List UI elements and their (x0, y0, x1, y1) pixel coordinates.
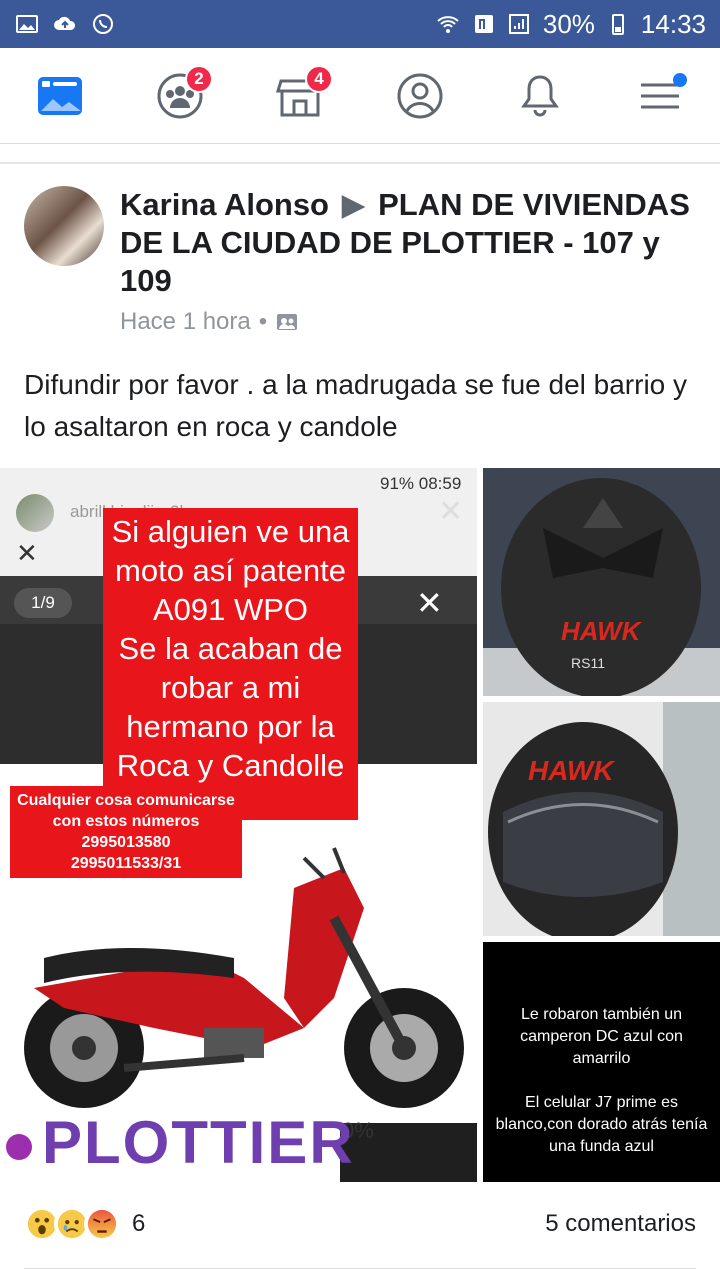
tab-news-feed[interactable] (25, 61, 95, 131)
helmet-model: RS11 (571, 655, 605, 671)
tab-friends[interactable]: 2 (145, 61, 215, 131)
brand-footer: PLOTTIER (6, 1108, 355, 1177)
tab-notifications[interactable] (505, 61, 575, 131)
group-privacy-icon (277, 314, 298, 330)
photo-helmet-1[interactable]: HAWK RS11 (483, 468, 720, 696)
battery-text: 30% (542, 8, 595, 39)
story-avatar (16, 494, 54, 532)
alert-headline: Si alguien ve una moto así patente A091 … (103, 508, 358, 820)
battery-icon (605, 12, 631, 36)
whatsapp-icon (90, 12, 116, 36)
angry-icon (84, 1206, 120, 1242)
friends-badge: 2 (185, 64, 213, 93)
divider (0, 162, 720, 164)
photo-text-card[interactable]: Le robaron también un camperon DC azul c… (483, 942, 720, 1182)
post-time[interactable]: Hace 1 hora (120, 308, 251, 336)
photo-helmet-2[interactable]: HAWK (483, 702, 720, 936)
gallery-close-icon: ✕ (416, 585, 443, 621)
stolen-jacket-text: Le robaron también un camperon DC azul c… (520, 1006, 683, 1067)
meta-separator: • (258, 308, 268, 335)
clock: 14:33 (640, 8, 706, 39)
reactions-summary[interactable]: 6 (24, 1206, 145, 1242)
brand-dot (6, 1134, 32, 1161)
bell-icon (521, 74, 559, 116)
reaction-count: 6 (132, 1210, 146, 1237)
contact-info: Cualquier cosa comunicarse con estos núm… (10, 786, 242, 878)
signal-icon (507, 12, 533, 36)
arrow-right-icon: ▶ (341, 187, 366, 222)
author-name[interactable]: Karina Alonso (120, 187, 329, 222)
footer-divider (24, 1268, 696, 1269)
story-close-icon: ✕ (438, 495, 464, 528)
stolen-phone-text: El celular J7 prime es blanco,con dorado… (495, 1094, 708, 1155)
image-icon (14, 12, 40, 36)
nfc-icon (471, 12, 497, 36)
gallery-counter: 1/9 (14, 588, 72, 618)
profile-icon (397, 73, 443, 118)
wifi-icon (435, 12, 461, 36)
menu-notification-dot (673, 72, 687, 87)
marketplace-badge: 4 (305, 64, 333, 93)
post-title: Karina Alonso ▶ PLAN DE VIVIENDAS DE LA … (120, 186, 700, 300)
cloud-upload-icon (52, 12, 78, 36)
helmet-brand-1: HAWK (561, 616, 643, 646)
tab-marketplace[interactable]: 4 (265, 61, 335, 131)
story-status: 91% 08:59 (380, 474, 462, 493)
photo-main[interactable]: 91% 08:59 abrill.biaalii 2h ✕ ✕ 1/9 ✕ Si… (0, 468, 477, 1182)
news-feed-icon (38, 76, 82, 115)
status-bar: 30% 14:33 (0, 0, 720, 48)
close-icon: ✕ (16, 538, 38, 568)
post-text: Difundir por favor . a la madrugada se f… (24, 369, 688, 442)
helmet-brand-2: HAWK (528, 755, 615, 786)
top-nav: 2 4 (0, 48, 720, 144)
author-avatar[interactable] (24, 186, 104, 266)
comments-count[interactable]: 5 comentarios (545, 1210, 696, 1238)
post-meta: Hace 1 hora • (120, 308, 299, 336)
tab-profile[interactable] (385, 61, 455, 131)
tab-menu[interactable] (625, 61, 695, 131)
